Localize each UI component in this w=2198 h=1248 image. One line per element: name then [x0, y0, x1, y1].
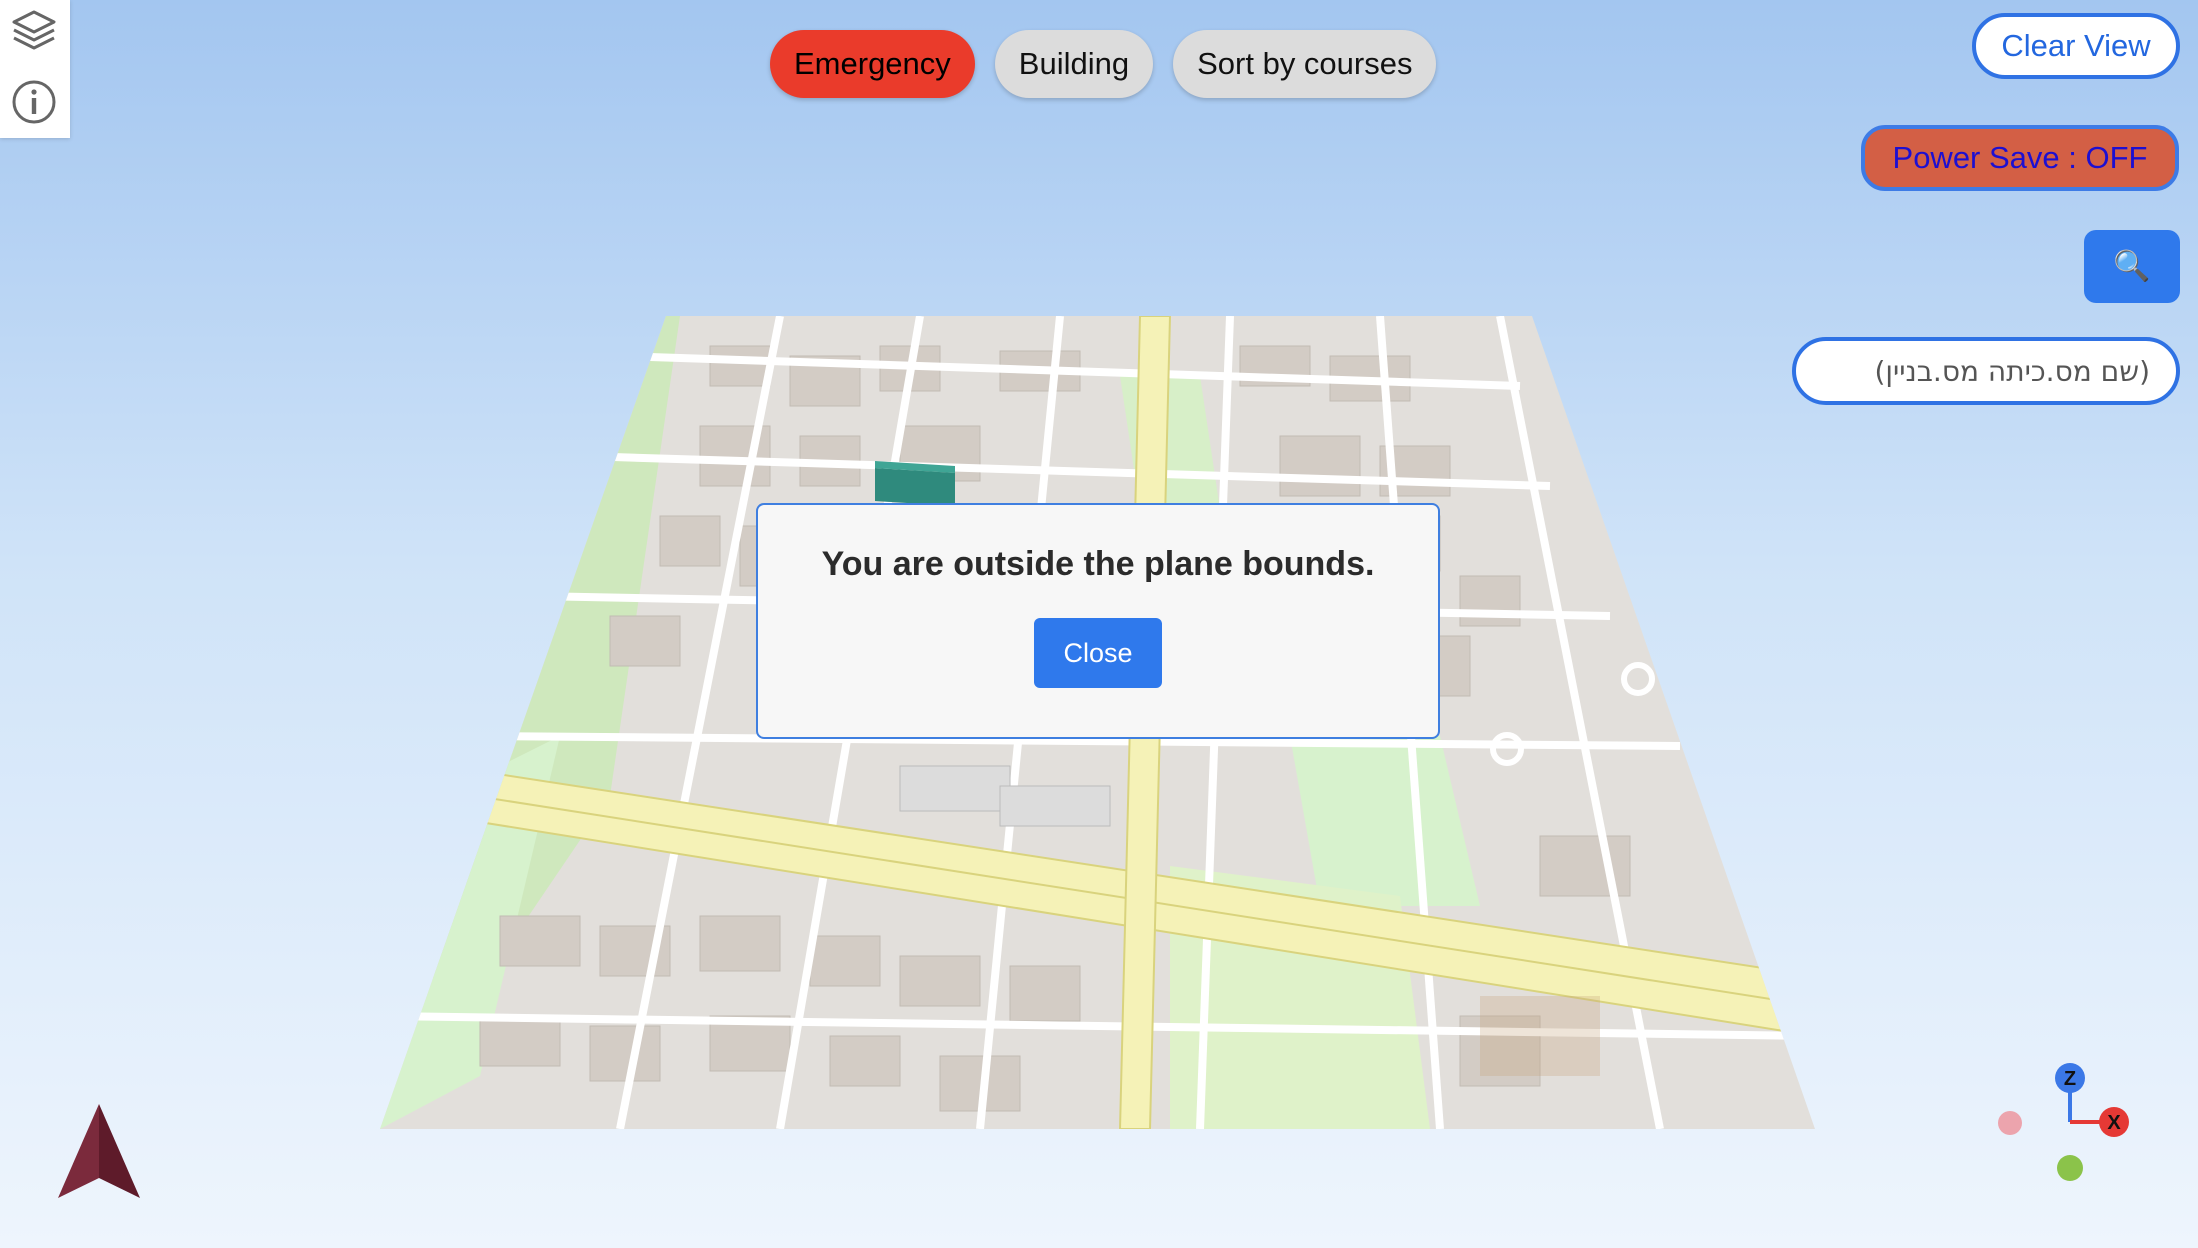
dialog-close-button[interactable]: Close	[1034, 618, 1162, 688]
negative-x-handle[interactable]	[1998, 1111, 2022, 1135]
dialog-message: You are outside the plane bounds.	[821, 545, 1375, 583]
emergency-button[interactable]: Emergency	[770, 30, 975, 98]
axes-gizmo[interactable]: Z X	[1990, 1060, 2170, 1200]
layers-icon[interactable]	[10, 6, 58, 54]
sort-by-courses-button[interactable]: Sort by courses	[1173, 30, 1437, 98]
y-axis-handle[interactable]	[2057, 1155, 2083, 1181]
search-input[interactable]	[1792, 337, 2180, 405]
out-of-bounds-dialog: You are outside the plane bounds. Close	[756, 503, 1440, 739]
z-axis-label: Z	[2064, 1068, 2076, 1090]
north-arrow-icon[interactable]	[56, 1102, 142, 1202]
search-button[interactable]: 🔍	[2084, 230, 2180, 303]
info-icon[interactable]	[10, 78, 58, 126]
x-axis-label: X	[2107, 1112, 2121, 1134]
power-save-toggle[interactable]: Power Save : OFF	[1861, 125, 2179, 191]
search-icon: 🔍	[2113, 249, 2151, 283]
top-filter-bar: Emergency Building Sort by courses	[770, 30, 1437, 98]
building-button[interactable]: Building	[994, 30, 1154, 98]
left-tool-panel	[0, 0, 70, 138]
clear-view-button[interactable]: Clear View	[1972, 13, 2180, 79]
selected-building[interactable]	[875, 468, 955, 506]
